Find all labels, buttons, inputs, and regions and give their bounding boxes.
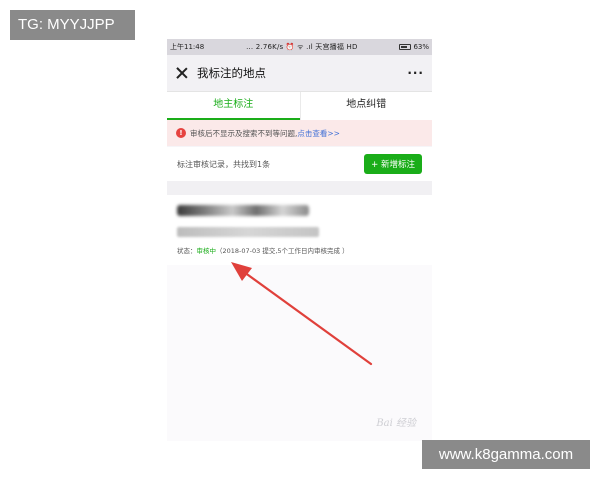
place-record-card[interactable]: 状态：审核中（2018-07-03 提交,5个工作日内审核完成 ）: [167, 195, 432, 265]
status-value: 审核中: [196, 247, 217, 255]
status-network: ... 2.76K/s ⏰ ᯤ .ıl 天宫播福 HD: [246, 43, 358, 51]
record-count-text: 标注审核记录，共找到1条: [177, 159, 271, 169]
notice-text: 审核后不显示及搜索不到等问题,: [190, 128, 298, 138]
more-menu-icon[interactable]: ···: [407, 66, 424, 80]
watermark-top-left: TG: MYYJJPP: [10, 10, 135, 40]
title-bar: 我标注的地点 ···: [167, 55, 432, 92]
blurred-place-name: [177, 205, 309, 216]
status-label: 状态：: [177, 247, 197, 255]
status-battery-group: 63%: [399, 43, 429, 51]
status-line: 状态：审核中（2018-07-03 提交,5个工作日内审核完成 ）: [177, 245, 422, 255]
notice-banner: ! 审核后不显示及搜索不到等问题, 点击查看>>: [167, 120, 432, 146]
phone-screen: 上午11:48 ... 2.76K/s ⏰ ᯤ .ıl 天宫播福 HD 63% …: [167, 39, 432, 441]
empty-area: Bai 经验: [167, 265, 432, 441]
baidu-watermark-logo: Bai 经验: [376, 418, 416, 429]
blurred-place-address: [177, 227, 319, 237]
battery-percent: 63%: [413, 43, 429, 51]
section-divider: [167, 181, 432, 195]
page-title: 我标注的地点: [197, 66, 266, 80]
status-time: 上午11:48: [170, 43, 205, 51]
status-note: （2018-07-03 提交,5个工作日内审核完成 ）: [216, 247, 349, 255]
warning-icon: !: [176, 128, 186, 138]
tab-bar: 地主标注 地点纠错: [167, 92, 432, 120]
tab-my-marks[interactable]: 地主标注: [167, 92, 300, 120]
status-bar: 上午11:48 ... 2.76K/s ⏰ ᯤ .ıl 天宫播福 HD 63%: [167, 39, 432, 55]
add-mark-button[interactable]: + 新增标注: [364, 154, 422, 174]
watermark-bottom-right: www.k8gamma.com: [422, 440, 590, 469]
battery-icon: [399, 44, 412, 50]
record-bar: 标注审核记录，共找到1条 + 新增标注: [167, 147, 432, 181]
close-icon[interactable]: [175, 66, 189, 80]
notice-link[interactable]: 点击查看>>: [297, 128, 340, 139]
tab-place-correction[interactable]: 地点纠错: [299, 92, 433, 120]
